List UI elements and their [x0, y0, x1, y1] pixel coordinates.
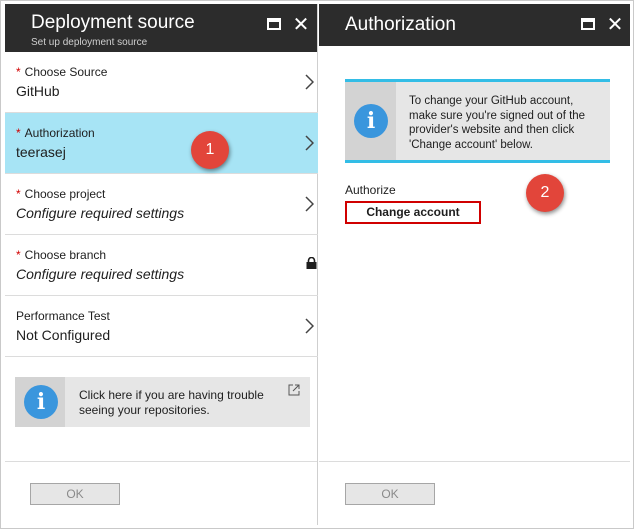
external-link-icon	[288, 384, 300, 396]
required-indicator: *	[16, 248, 21, 262]
chevron-right-icon	[305, 74, 314, 90]
blade-header: Deployment source Set up deployment sour…	[5, 4, 317, 52]
step-badge-1: 1	[191, 131, 229, 169]
choose-branch-row[interactable]: * Choose branch Configure required settin…	[5, 235, 318, 296]
chevron-right-icon	[305, 318, 314, 334]
ok-button[interactable]: OK	[345, 483, 435, 505]
blade-title: Deployment source	[31, 12, 195, 33]
info-text: To change your GitHub account, make sure…	[409, 95, 586, 151]
blade-subtitle: Set up deployment source	[31, 37, 148, 48]
info-icon: i	[354, 104, 388, 138]
maximize-icon[interactable]	[267, 18, 281, 30]
authorization-blade: Authorization ✕ i To change your GitHub …	[319, 4, 630, 525]
required-indicator: *	[16, 187, 21, 201]
footer-divider	[5, 461, 317, 462]
chevron-right-icon	[305, 135, 314, 151]
authorization-row[interactable]: * Authorization teerasej	[5, 113, 318, 174]
ok-button[interactable]: OK	[30, 483, 120, 505]
blade-header: Authorization ✕	[319, 4, 630, 46]
close-icon[interactable]: ✕	[292, 15, 310, 35]
required-indicator: *	[16, 126, 21, 140]
row-label: * Choose Source	[16, 65, 108, 79]
required-indicator: *	[16, 65, 21, 79]
github-account-info: i To change your GitHub account, make su…	[345, 79, 610, 163]
repositories-help-link[interactable]: i Click here if you are having trouble s…	[15, 377, 310, 427]
info-icon: i	[24, 385, 58, 419]
row-label: Performance Test	[16, 309, 110, 323]
row-value: Configure required settings	[16, 266, 185, 282]
blade-title: Authorization	[345, 14, 456, 35]
row-label: * Choose project	[16, 187, 106, 201]
choose-source-row[interactable]: * Choose Source GitHub	[5, 52, 318, 113]
chevron-right-icon	[305, 196, 314, 212]
maximize-icon[interactable]	[581, 18, 595, 30]
authorize-label: Authorize	[345, 183, 396, 197]
close-icon[interactable]: ✕	[606, 15, 624, 35]
row-value: Configure required settings	[16, 205, 185, 221]
row-value: teerasej	[16, 144, 66, 160]
row-value: GitHub	[16, 83, 60, 99]
deployment-source-blade: Deployment source Set up deployment sour…	[5, 4, 318, 525]
performance-test-row[interactable]: Performance Test Not Configured	[5, 296, 318, 357]
footer-divider	[319, 461, 630, 462]
row-label: * Choose branch	[16, 248, 107, 262]
change-account-button[interactable]: Change account	[345, 201, 481, 224]
info-icon-area: i	[15, 377, 65, 427]
info-icon-area: i	[345, 82, 396, 160]
choose-project-row[interactable]: * Choose project Configure required setti…	[5, 174, 318, 235]
row-label: * Authorization	[16, 126, 95, 140]
row-value: Not Configured	[16, 327, 111, 343]
help-text: Click here if you are having trouble see…	[79, 388, 264, 417]
lock-icon	[306, 257, 317, 269]
step-badge-2: 2	[526, 174, 564, 212]
